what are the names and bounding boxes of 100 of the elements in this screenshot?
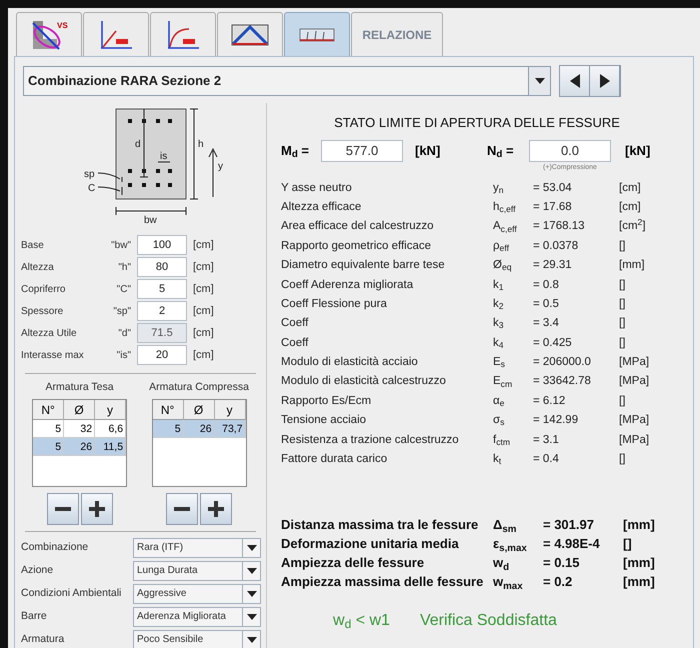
result-unit: [mm] [623,554,656,572]
field-symbol: "h" [117,260,131,274]
option-label: Armatura [21,632,66,648]
dimension-label: bw [144,215,156,226]
result-unit: [cm] [619,200,642,215]
plus-icon [88,500,105,517]
result-symbol: σ$_{s}$ [493,413,506,430]
dimension-field[interactable]: 100 [137,235,187,255]
result-unit: [MPa] [619,432,650,448]
dimension-field[interactable]: 20 [137,345,187,365]
option-dropdown[interactable]: Poco Sensibile [133,630,261,648]
field-symbol: "d" [117,326,131,340]
check-result: Verifica Soddisfatta [420,611,557,632]
result-unit: [mm] [619,258,646,274]
axial-force-label: N$_{d}$ = [487,142,515,160]
minus-icon [54,506,71,511]
unit-label: [cm] [193,348,215,363]
table-row[interactable]: 5 32 6,6 [33,420,126,438]
result-symbol: w$_{d}$ [493,554,510,573]
caret-icon [246,545,256,552]
table-cell: 26 [184,420,215,438]
dimension-field[interactable]: 80 [137,257,187,277]
result-label: Fattore durata carico [281,452,388,468]
result-value: = 0.15 [543,554,581,572]
result-label: Altezza efficace [281,200,362,215]
result-unit: [mm] [623,516,656,534]
result-value: = 206000.0 [533,355,592,370]
dimension-field[interactable]: 2 [137,301,187,321]
table-cell: 26 [64,438,96,456]
result-symbol: k$_{4}$ [493,336,505,352]
table-row[interactable]: 5 26 73,7 [152,420,246,438]
result-label: Y asse neutro [281,180,353,196]
table-row[interactable]: 5 26 11,5 [33,438,126,456]
option-label: Condizioni Ambientali [21,586,122,602]
result-label: Modulo di elasticità calcestruzzo [281,374,447,390]
result-value: = 53.04 [533,180,573,196]
remove-row-button[interactable] [166,492,198,525]
table-cell: 5 [33,438,64,456]
tab[interactable] [284,12,350,56]
option-dropdown[interactable]: Rara (ITF) [133,538,261,558]
left-arrow-icon [570,74,580,88]
result-symbol: w$_{max}$ [493,573,524,592]
result-label: Tensione acciaio [281,413,368,428]
option-dropdown[interactable]: Lunga Durata [133,561,261,582]
result-unit: [] [623,535,633,554]
caret-icon [246,568,256,574]
unit-label: [cm] [193,304,215,319]
field-label: Spessore [21,304,64,318]
table-cell: 11,5 [95,438,126,456]
combination-dropdown[interactable]: Combinazione RARA Sezione 2 [23,66,551,96]
result-value: = 6.12 [533,394,566,409]
result-symbol: E$_{cm}$ [493,374,514,391]
axial-force-field[interactable]: 0.0 [529,140,611,162]
result-symbol: h$_{c,eff}$ [493,200,517,216]
result-unit: [] [619,452,626,468]
add-row-button[interactable] [80,492,113,525]
result-unit: [cm$^{2}$] [619,218,647,234]
option-dropdown[interactable]: Aderenza Migliorata [133,607,261,628]
plus-icon [208,500,224,517]
minus-icon [174,506,190,511]
field-label: Base [21,238,45,252]
result-label: Ampiezza delle fessure [281,554,426,572]
remove-row-button[interactable] [46,492,79,525]
result-label: Rapporto Es/Ecm [281,394,372,409]
dimension-label: h [198,139,204,150]
result-value: = 4.98E-4 [543,535,601,554]
previous-button[interactable] [560,66,590,96]
dimension-label: sp [84,169,94,180]
result-symbol: ε$_{s,max}$ [493,535,528,554]
result-label: Coeff [281,336,310,351]
dimension-field[interactable]: 5 [137,279,187,299]
result-symbol: E$_{s}$ [493,355,506,372]
result-label: Area efficace del calcestruzzo [281,219,435,234]
next-button[interactable] [590,66,620,96]
result-unit: [mm] [623,573,656,592]
tab[interactable]: VS [16,12,82,56]
table-title: Armatura Compressa [149,380,249,395]
field-symbol: "is" [116,348,131,362]
moment-field[interactable]: 577.0 [321,140,403,162]
result-symbol: k$_{2}$ [493,296,505,314]
result-value: = 0.4 [533,452,560,468]
result-unit: [] [619,336,626,351]
result-unit: [] [619,296,626,312]
result-unit: [MPa] [619,355,650,370]
add-row-button[interactable] [200,492,232,525]
result-value: = 0.2 [543,573,574,592]
result-value: = 142.99 [533,413,580,428]
tab[interactable] [83,12,149,56]
section-title: STATO LIMITE DI APERTURA DELLE FESSURE [333,114,621,132]
check-condition: w$_{d}$ < w1 [333,611,390,634]
right-arrow-icon [600,74,610,88]
option-dropdown[interactable]: Aggressive [133,584,261,604]
result-value: = 33642.78 [533,374,592,390]
tab[interactable] [150,12,216,56]
result-value: = 301.97 [543,516,595,534]
result-symbol: k$_{t}$ [493,452,502,468]
tab[interactable] [217,12,283,56]
result-label: Resistenza a trazione calcestruzzo [281,432,460,448]
table-title: Armatura Tesa [46,380,114,395]
caret-icon [534,78,544,84]
